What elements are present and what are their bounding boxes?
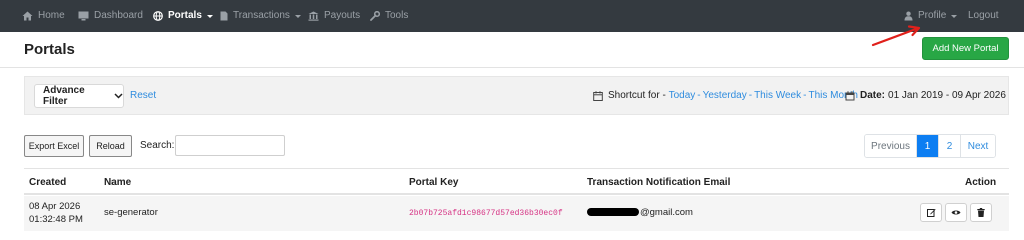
monitor-icon: [78, 11, 89, 21]
column-portal-key[interactable]: Portal Key: [409, 177, 458, 188]
nav-logout-label: Logout: [968, 10, 999, 21]
column-notification-email[interactable]: Transaction Notification Email: [587, 177, 730, 188]
page-title: Portals: [24, 41, 75, 58]
chevron-down-icon: [206, 14, 213, 18]
date-shortcuts: Shortcut for - Today - Yesterday - This …: [593, 90, 858, 101]
table-header: Created ↑↓ Name Portal Key Transaction N…: [24, 168, 1009, 195]
nav-dashboard[interactable]: Dashboard: [78, 0, 143, 32]
column-created[interactable]: Created: [29, 177, 66, 188]
nav-payouts[interactable]: Payouts: [308, 0, 360, 32]
file-icon: [220, 11, 228, 21]
nav-logout[interactable]: Logout: [968, 0, 999, 32]
advance-filter-label: Advance Filter: [43, 85, 85, 107]
name-cell: se-generator: [104, 207, 158, 218]
globe-icon: [153, 11, 163, 21]
shortcut-today[interactable]: Today: [669, 90, 696, 101]
chevron-down-icon: [114, 93, 123, 99]
nav-portals[interactable]: Portals: [153, 0, 213, 32]
edit-icon: [926, 208, 936, 217]
search-input[interactable]: [175, 135, 285, 156]
nav-payouts-label: Payouts: [324, 10, 361, 21]
date-range[interactable]: Date: 01 Jan 2019 - 09 Apr 2026: [845, 90, 1006, 101]
chevron-down-icon: [951, 14, 958, 18]
eye-icon: [951, 209, 961, 216]
user-icon: [904, 11, 913, 21]
portal-key-cell: 2b07b725afd1c98677d57ed36b30ec0f: [409, 209, 563, 218]
calendar-icon: [845, 90, 855, 101]
reset-link[interactable]: Reset: [130, 90, 156, 101]
column-action: Action: [965, 177, 997, 188]
shortcut-separator: -: [697, 90, 701, 101]
shortcut-separator: -: [748, 90, 753, 101]
annotation-arrow-icon: [871, 25, 921, 47]
table-row[interactable]: 08 Apr 2026 01:32:48 PM se-generator 2b0…: [24, 196, 1009, 231]
edit-button[interactable]: [920, 203, 942, 222]
advance-filter-dropdown[interactable]: Advance Filter: [34, 84, 124, 108]
pagination-previous[interactable]: Previous: [865, 135, 917, 157]
chevron-down-icon: [294, 14, 301, 18]
nav-home-label: Home: [38, 10, 65, 21]
email-domain: @gmail.com: [640, 207, 693, 218]
shortcut-separator: -: [803, 90, 807, 101]
created-date: 08 Apr 2026: [29, 201, 81, 212]
add-new-portal-button[interactable]: Add New Portal: [922, 37, 1009, 60]
export-excel-button[interactable]: Export Excel: [24, 135, 84, 157]
bank-icon: [308, 11, 319, 21]
delete-button[interactable]: [970, 203, 992, 222]
pagination: Previous 1 2 Next: [864, 134, 996, 158]
trash-icon: [977, 208, 985, 217]
nav-dashboard-label: Dashboard: [94, 10, 143, 21]
column-name[interactable]: Name: [104, 177, 131, 188]
home-icon: [22, 11, 33, 21]
email-cell: @gmail.com: [587, 207, 693, 218]
created-cell: 08 Apr 2026 01:32:48 PM: [29, 200, 83, 226]
nav-tools[interactable]: Tools: [370, 0, 408, 32]
pagination-page-2[interactable]: 2: [939, 135, 961, 157]
shortcut-prefix: Shortcut for -: [608, 90, 669, 101]
view-button[interactable]: [945, 203, 967, 222]
date-label: Date:: [860, 90, 886, 101]
pagination-page-1[interactable]: 1: [917, 135, 939, 157]
created-time: 01:32:48 PM: [29, 214, 83, 225]
search-label: Search:: [140, 140, 175, 151]
reload-button[interactable]: Reload: [89, 135, 132, 157]
nav-tools-label: Tools: [385, 10, 409, 21]
calendar-icon: [593, 90, 603, 101]
shortcut-yesterday[interactable]: Yesterday: [703, 90, 747, 101]
date-value: 01 Jan 2019 - 09 Apr 2026: [888, 90, 1006, 101]
shortcut-this-week[interactable]: This Week: [754, 90, 801, 101]
redacted-email-user: [587, 208, 639, 217]
nav-home[interactable]: Home: [22, 0, 65, 32]
wrench-icon: [370, 11, 380, 21]
header-divider: [0, 67, 1024, 68]
nav-transactions[interactable]: Transactions: [220, 0, 301, 32]
pagination-next[interactable]: Next: [961, 135, 995, 157]
filter-bar: Advance Filter Reset Shortcut for - Toda…: [24, 76, 1009, 115]
nav-portals-label: Portals: [168, 10, 202, 21]
nav-transactions-label: Transactions: [233, 10, 290, 21]
